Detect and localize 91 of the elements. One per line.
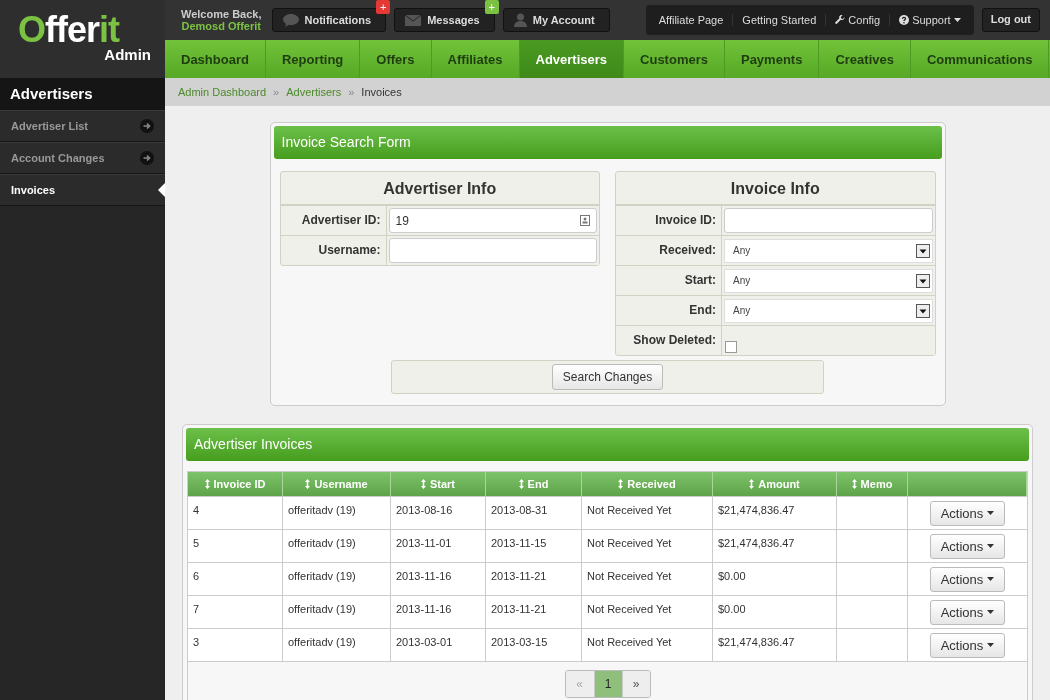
table-cell: 6 — [188, 562, 283, 595]
nav-tab[interactable]: Advertisers — [519, 40, 625, 78]
field-label: Username: — [280, 236, 387, 265]
card-title: Advertiser Invoices — [186, 428, 1029, 461]
select-field[interactable]: Any — [724, 238, 933, 263]
table-cell: offeritadv (19) — [283, 529, 391, 562]
text-field[interactable]: 19 — [388, 208, 597, 233]
breadcrumb-separator: » — [348, 86, 355, 98]
table-cell: 7 — [188, 595, 283, 628]
caret-icon — [987, 643, 995, 647]
table-cell: 2013-08-31 — [486, 496, 582, 529]
select-field[interactable]: Any — [724, 268, 933, 293]
sort-icon — [204, 479, 210, 489]
sidebar-item[interactable]: Account Changes — [0, 142, 165, 174]
card-title: Invoice Search Form — [273, 126, 942, 159]
sidebar-item-label: Invoices — [11, 184, 56, 196]
table-cell: $21,474,836.47 — [713, 496, 837, 529]
chat-icon — [282, 13, 299, 27]
table-cell: $21,474,836.47 — [713, 529, 837, 562]
help-icon — [899, 15, 910, 25]
sort-icon — [420, 479, 426, 489]
table-cell: 5 — [188, 529, 283, 562]
table-cell: Not Received Yet — [582, 595, 713, 628]
badge: + — [376, 0, 391, 14]
badge: + — [484, 0, 499, 14]
table-cell: 2013-11-16 — [391, 562, 486, 595]
breadcrumb-current: Invoices — [361, 86, 402, 98]
table-cell: offeritadv (19) — [283, 595, 391, 628]
sidebar-title: Advertisers — [0, 78, 165, 110]
sort-icon — [749, 479, 755, 489]
header-link[interactable]: Support — [889, 14, 970, 26]
sidebar-item-label: Account Changes — [11, 152, 105, 164]
actions-button[interactable]: Actions — [929, 566, 1006, 592]
actions-button[interactable]: Actions — [929, 500, 1006, 526]
sidebar-item[interactable]: Advertiser List — [0, 110, 165, 142]
search-button[interactable]: Search Changes — [551, 364, 664, 390]
logout-button[interactable]: Log out — [981, 8, 1040, 32]
table-cell: offeritadv (19) — [283, 562, 391, 595]
caret-icon — [987, 610, 995, 614]
table-cell: 2013-11-01 — [391, 529, 486, 562]
header-button[interactable]: My Account — [502, 8, 610, 32]
sort-icon — [518, 479, 524, 489]
field-label: Advertiser ID: — [280, 206, 387, 235]
header-link[interactable]: Getting Started — [732, 14, 826, 26]
table-cell: Not Received Yet — [582, 562, 713, 595]
mail-icon — [405, 14, 422, 26]
header-link[interactable]: Affiliate Page — [649, 14, 733, 26]
caret-icon — [987, 511, 995, 515]
breadcrumb-separator: » — [273, 86, 280, 98]
user-name: Demosd Offerit — [181, 20, 261, 32]
contact-card-icon — [580, 215, 590, 226]
actions-button[interactable]: Actions — [929, 599, 1006, 625]
text-field[interactable] — [724, 208, 933, 233]
next-page-button[interactable]: » — [621, 671, 650, 697]
sort-icon — [851, 479, 857, 489]
select-field[interactable]: Any — [724, 298, 933, 323]
table-cell: 2013-11-21 — [486, 595, 582, 628]
logo: Offerit — [18, 12, 120, 48]
header-button[interactable]: Messages — [394, 8, 495, 32]
table-cell: $0.00 — [713, 562, 837, 595]
actions-button[interactable]: Actions — [929, 632, 1006, 658]
table-cell: 2013-11-16 — [391, 595, 486, 628]
user-icon — [513, 13, 527, 27]
logo-subtitle: Admin — [104, 46, 151, 63]
caret-icon — [987, 577, 995, 581]
table-cell: Not Received Yet — [582, 496, 713, 529]
welcome-text: Welcome Back, — [181, 8, 262, 20]
table-cell: 2013-08-16 — [391, 496, 486, 529]
checkbox[interactable] — [725, 341, 737, 353]
wrench-icon — [835, 15, 846, 25]
page-button[interactable]: 1 — [593, 671, 622, 697]
section-title: Invoice Info — [616, 172, 935, 205]
table-cell: offeritadv (19) — [283, 496, 391, 529]
table-cell: 2013-11-21 — [486, 562, 582, 595]
sort-icon — [618, 479, 624, 489]
table-cell: $0.00 — [713, 595, 837, 628]
sidebar-item-label: Advertiser List — [11, 120, 89, 132]
header-link[interactable]: Config — [825, 14, 890, 26]
text-field[interactable] — [388, 238, 597, 263]
sidebar-item[interactable]: Invoices — [0, 174, 165, 206]
arrow-right-icon — [140, 119, 154, 133]
table-cell: 2013-11-15 — [486, 529, 582, 562]
section-title: Advertiser Info — [280, 172, 599, 205]
pointer-icon — [158, 183, 165, 197]
arrow-right-icon — [140, 151, 154, 165]
sort-icon — [305, 479, 311, 489]
caret-icon — [987, 544, 995, 548]
table-cell: 4 — [188, 496, 283, 529]
table-cell: Not Received Yet — [582, 529, 713, 562]
actions-button[interactable]: Actions — [929, 533, 1006, 559]
caret-icon — [953, 18, 961, 22]
